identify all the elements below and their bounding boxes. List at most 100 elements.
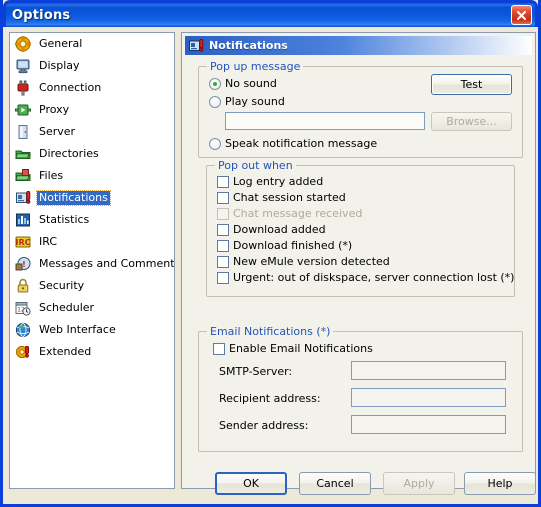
- checkbox-new-emule-version-detected[interactable]: New eMule version detected: [217, 255, 390, 268]
- sidebar-item-label: Display: [39, 59, 80, 72]
- checkbox-label: Urgent: out of diskspace, server connect…: [233, 271, 515, 284]
- sidebar-item-web-interface[interactable]: Web Interface: [10, 319, 174, 341]
- options-category-list[interactable]: General Display Connection Proxy Server …: [9, 32, 175, 489]
- sound-path-input[interactable]: [225, 112, 425, 130]
- close-button[interactable]: [511, 5, 532, 25]
- options-dialog-window: Options General Display Connection Proxy…: [0, 0, 541, 507]
- sidebar-item-label: IRC: [39, 235, 58, 248]
- radio-no-sound[interactable]: No sound: [209, 77, 277, 90]
- title-bar[interactable]: Options: [3, 0, 538, 27]
- checkbox-indicator: [217, 239, 229, 252]
- help-button[interactable]: Help: [464, 472, 536, 495]
- radio-play-sound[interactable]: Play sound: [209, 95, 285, 108]
- sidebar-item-label: Notifications: [36, 190, 111, 206]
- checkbox-label: Log entry added: [233, 175, 324, 188]
- sidebar-item-label: Security: [39, 279, 85, 292]
- checkbox-label: Chat session started: [233, 191, 346, 204]
- browse-button[interactable]: Browse...: [431, 112, 512, 131]
- sidebar-item-extended[interactable]: Extended: [10, 341, 174, 363]
- files-icon: [15, 169, 31, 181]
- sender-address-label: Sender address:: [219, 419, 309, 432]
- test-button[interactable]: Test: [431, 74, 512, 95]
- ok-button[interactable]: OK: [215, 472, 287, 495]
- sidebar-item-label: Proxy: [39, 103, 70, 116]
- checkbox-download-finished[interactable]: Download finished (*): [217, 239, 352, 252]
- checkbox-label: Chat message received: [233, 207, 363, 220]
- checkbox-indicator: [217, 223, 229, 236]
- checkbox-chat-session-started[interactable]: Chat session started: [217, 191, 346, 204]
- pane-header: Notifications: [185, 36, 532, 55]
- radio-indicator: [209, 137, 221, 150]
- checkbox-indicator: [217, 175, 229, 188]
- sidebar-item-files[interactable]: Files: [10, 165, 174, 187]
- notifications-icon: [189, 38, 204, 52]
- sidebar-item-proxy[interactable]: Proxy: [10, 99, 174, 121]
- checkbox-enable-email-notifications[interactable]: Enable Email Notifications: [213, 342, 373, 355]
- checkbox-urgent-diskspace-server-lost[interactable]: Urgent: out of diskspace, server connect…: [217, 271, 514, 284]
- gear-icon: [15, 36, 31, 52]
- extended-icon: [15, 345, 29, 359]
- dialog-body: General Display Connection Proxy Server …: [3, 27, 538, 504]
- checkbox-chat-message-received: Chat message received: [217, 207, 362, 220]
- checkbox-indicator: [217, 271, 229, 284]
- sidebar-item-display[interactable]: Display: [10, 55, 174, 77]
- sender-address-input[interactable]: [351, 415, 506, 434]
- sidebar-item-messages-and-comments[interactable]: ! Messages and Comments: [10, 253, 174, 275]
- sidebar-item-directories[interactable]: Directories: [10, 143, 174, 165]
- sidebar-item-label: Web Interface: [39, 323, 116, 336]
- radio-label: No sound: [225, 77, 277, 90]
- radio-indicator: [209, 95, 221, 108]
- pane-title: Notifications: [209, 39, 288, 52]
- recipient-address-input[interactable]: [351, 388, 506, 407]
- apply-button[interactable]: Apply: [383, 472, 455, 495]
- radio-indicator: [209, 77, 221, 90]
- sidebar-item-scheduler[interactable]: 12 Scheduler: [10, 297, 174, 319]
- sidebar-item-irc[interactable]: IRC IRC: [10, 231, 174, 253]
- notifications-settings-pane: Notifications Pop up message No sound Pl…: [181, 32, 536, 489]
- irc-icon: IRC: [15, 236, 31, 248]
- recipient-address-label: Recipient address:: [219, 392, 321, 405]
- sidebar-item-server[interactable]: Server: [10, 121, 174, 143]
- notifications-icon: [16, 191, 31, 204]
- messages-icon: !: [15, 257, 31, 271]
- popup-message-group: Pop up message No sound Play sound Brows…: [198, 60, 523, 158]
- monitor-icon: [16, 59, 30, 74]
- group-title: Pop out when: [215, 159, 296, 172]
- window-title: Options: [12, 7, 71, 23]
- radio-label: Play sound: [225, 95, 285, 108]
- checkbox-label: Download added: [233, 223, 326, 236]
- plug-icon: [17, 80, 29, 96]
- checkbox-indicator: [217, 207, 229, 220]
- radio-speak-notification-message[interactable]: Speak notification message: [209, 137, 377, 150]
- checkbox-label: New eMule version detected: [233, 255, 390, 268]
- sidebar-item-label: Statistics: [39, 213, 90, 226]
- dialog-button-bar: OK Cancel Apply Help: [3, 464, 538, 504]
- globe-icon: [15, 322, 31, 338]
- cancel-button[interactable]: Cancel: [299, 472, 371, 495]
- checkbox-download-added[interactable]: Download added: [217, 223, 326, 236]
- sidebar-item-label: Messages and Comments: [39, 257, 175, 270]
- smtp-server-input[interactable]: [351, 361, 506, 380]
- popout-when-group: Pop out when Log entry added Chat sessio…: [206, 159, 515, 297]
- email-notifications-group: Email Notifications (*) Enable Email Not…: [198, 325, 523, 452]
- svg-text:!: !: [22, 260, 26, 269]
- sidebar-item-notifications[interactable]: Notifications: [10, 187, 174, 209]
- sidebar-item-label: Scheduler: [39, 301, 95, 314]
- checkbox-label: Enable Email Notifications: [229, 342, 373, 355]
- sidebar-item-general[interactable]: General: [10, 33, 174, 55]
- statistics-icon: [16, 213, 30, 227]
- folder-green-icon: [15, 150, 31, 159]
- sidebar-item-label: General: [39, 37, 83, 50]
- group-title: Pop up message: [207, 60, 304, 73]
- smtp-server-label: SMTP-Server:: [219, 365, 293, 378]
- sidebar-item-security[interactable]: Security: [10, 275, 174, 297]
- lock-icon: [17, 278, 29, 293]
- sidebar-item-label: Files: [39, 169, 64, 182]
- checkbox-indicator: [217, 255, 229, 268]
- sidebar-item-connection[interactable]: Connection: [10, 77, 174, 99]
- checkbox-log-entry-added[interactable]: Log entry added: [217, 175, 323, 188]
- checkbox-indicator: [217, 191, 229, 204]
- sidebar-item-label: Directories: [39, 147, 99, 160]
- sidebar-item-statistics[interactable]: Statistics: [10, 209, 174, 231]
- sidebar-item-label: Connection: [39, 81, 102, 94]
